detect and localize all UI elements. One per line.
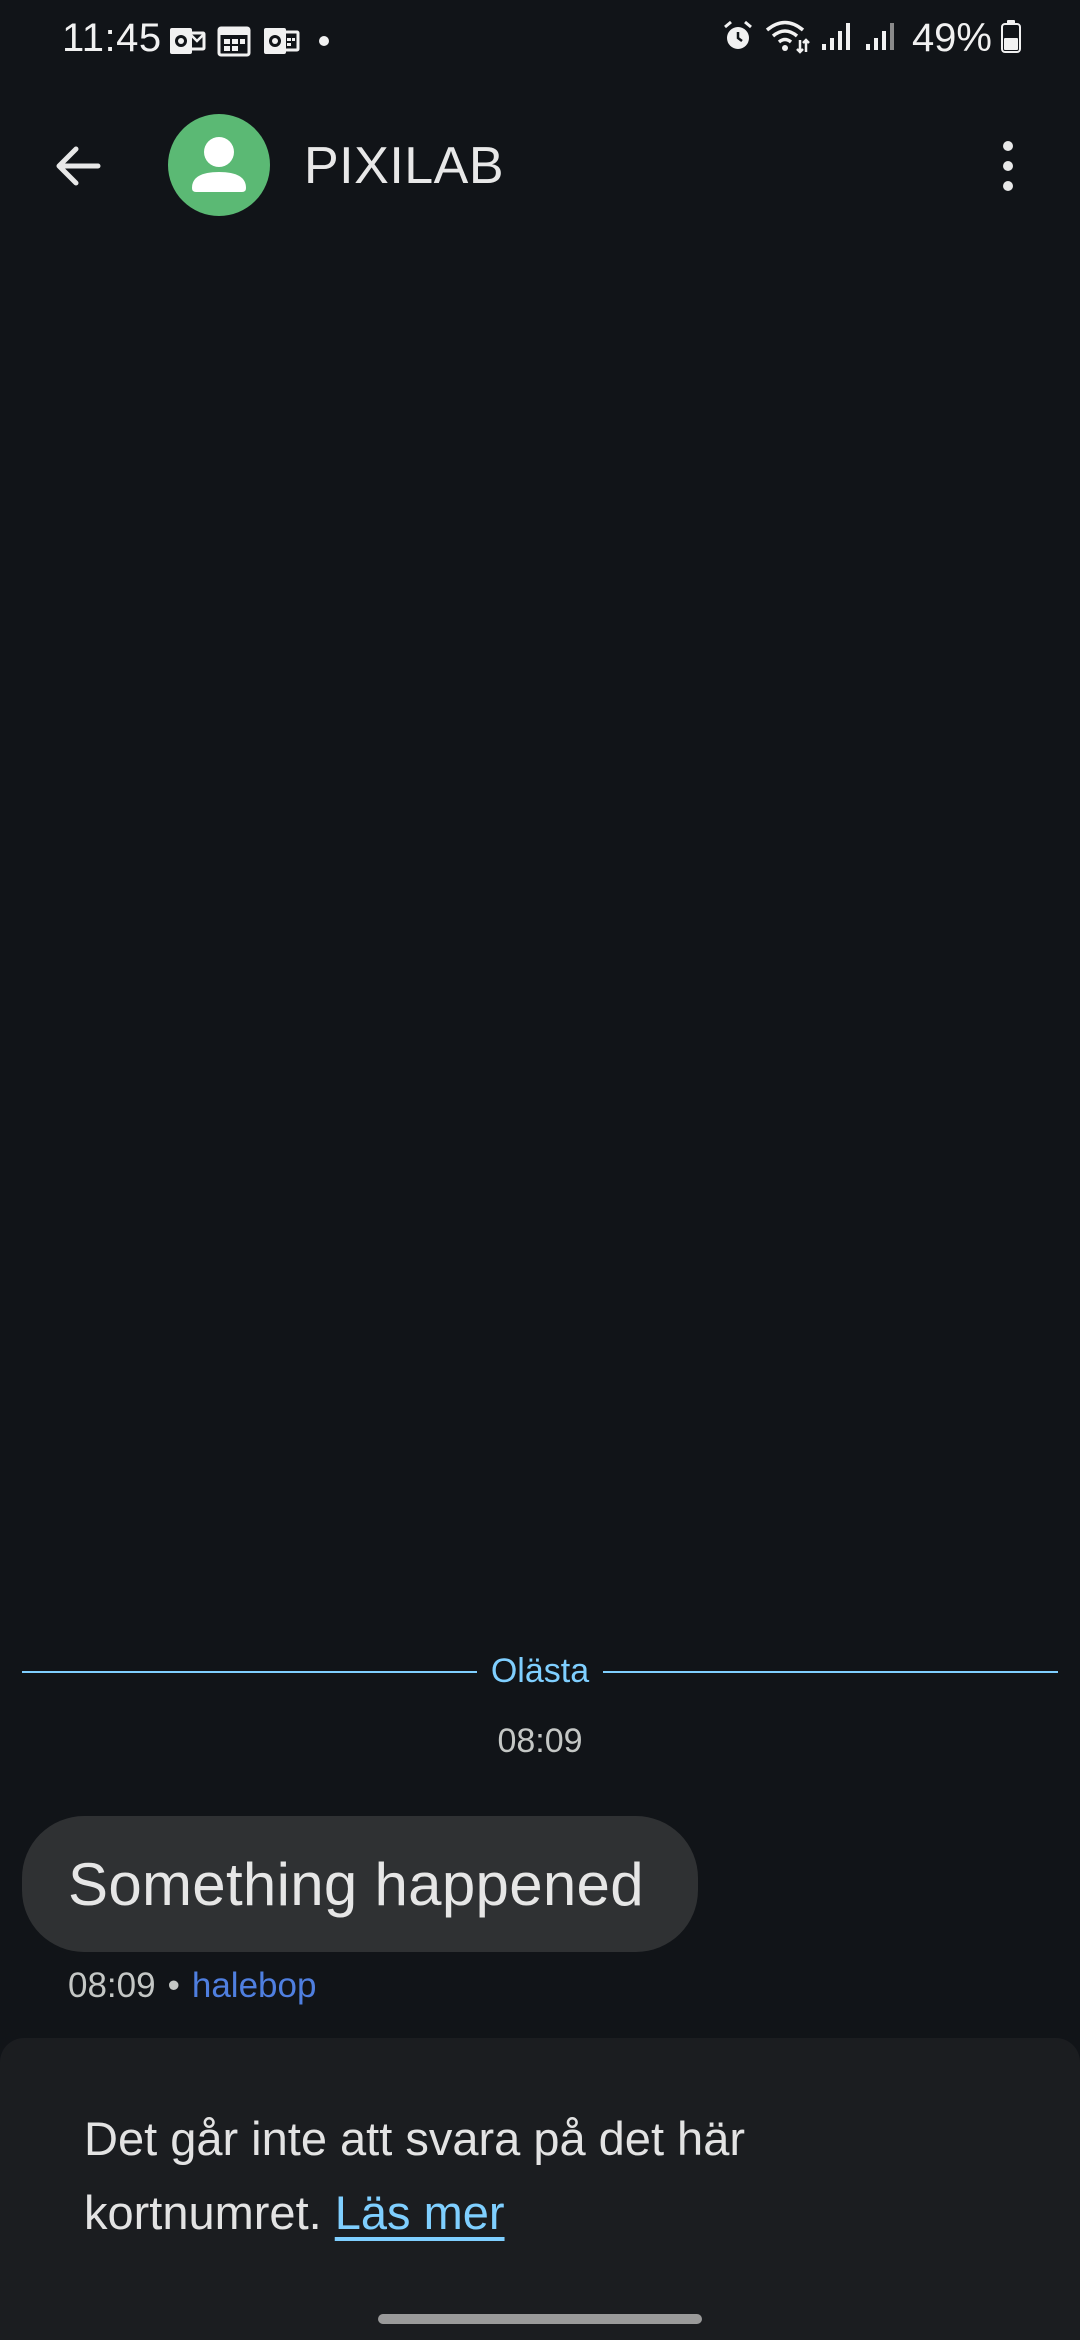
status-notification-icons <box>168 24 338 58</box>
learn-more-link[interactable]: Läs mer <box>335 2186 505 2239</box>
reply-unavailable-panel: Det går inte att svara på det här kortnu… <box>0 2038 1080 2340</box>
more-options-button[interactable] <box>970 128 1046 204</box>
arrow-back-icon <box>56 146 101 186</box>
contact-name[interactable]: PIXILAB <box>304 136 504 196</box>
wifi-icon <box>764 18 810 59</box>
outlook-icon <box>168 24 206 58</box>
battery-percent: 49% <box>911 16 992 60</box>
home-indicator[interactable] <box>378 2314 702 2324</box>
person-icon <box>192 137 246 192</box>
status-bar: 11:45 49% <box>0 0 1080 80</box>
status-time: 11:45 <box>62 16 162 60</box>
battery-icon <box>1000 18 1022 59</box>
app-bar: PIXILAB <box>0 100 1080 230</box>
calendar-icon <box>216 24 252 58</box>
avatar[interactable] <box>168 114 270 216</box>
signal-icon <box>862 18 898 59</box>
divider-line-right <box>603 1671 1058 1673</box>
meta-separator: • <box>167 1966 180 2005</box>
signal-icon <box>818 18 854 59</box>
message-time: 08:09 <box>68 1966 156 2005</box>
unread-divider: Olästa <box>22 1648 1058 1694</box>
conversation-time-header: 08:09 <box>497 1722 583 1760</box>
message-meta: 08:09 • halebop <box>68 1966 316 2006</box>
more-vertical-icon <box>1003 141 1013 191</box>
outlook-calendar-icon <box>262 24 300 58</box>
back-button[interactable] <box>40 128 116 204</box>
message-text: Something happened <box>68 1850 644 1918</box>
alarm-icon <box>720 18 756 59</box>
status-system-icons: 49% <box>720 16 1022 61</box>
message-bubble[interactable]: Something happened <box>22 1816 698 1952</box>
notification-dot-icon <box>310 24 338 58</box>
reply-unavailable-notice: Det går inte att svara på det här kortnu… <box>84 2102 984 2250</box>
message-sender: halebop <box>191 1966 317 2005</box>
